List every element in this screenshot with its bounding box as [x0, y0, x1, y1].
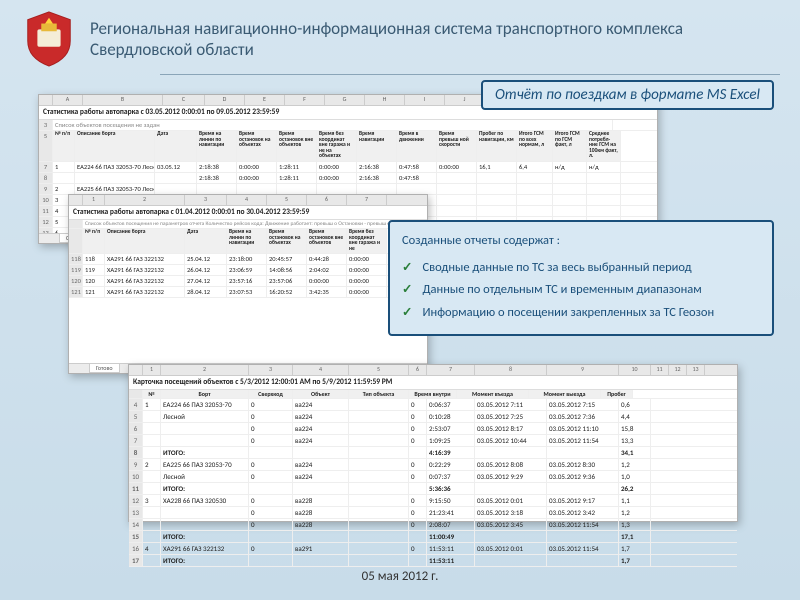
header-divider [160, 74, 780, 75]
region-emblem [20, 10, 78, 68]
info-item: Информацию о посещении закрепленных за Т… [402, 302, 760, 325]
page-title: Региональная навигационно-информационная… [90, 18, 780, 61]
info-lead: Созданные отчеты содержат : [402, 230, 760, 253]
sheet3-title: Карточка посещений объектов с 5/3/2012 1… [129, 376, 737, 390]
info-item: Данные по отдельным ТС и временным диапа… [402, 279, 760, 302]
banner-callout: Отчёт по поездкам в формате MS Excel [481, 80, 774, 110]
info-item: Сводные данные по ТС за весь выбранный п… [402, 257, 760, 280]
sheet2-title: Статистика работы автопарка с 01.04.2012… [69, 206, 427, 220]
info-callout: Созданные отчеты содержат : Сводные данн… [388, 220, 774, 336]
footer-date: 05 мая 2012 г. [0, 569, 800, 584]
excel-sheet-2: 1234567 Статистика работы автопарка с 01… [68, 194, 428, 374]
excel-sheet-3: 12345678910111213 Карточка посещений объ… [128, 364, 738, 522]
